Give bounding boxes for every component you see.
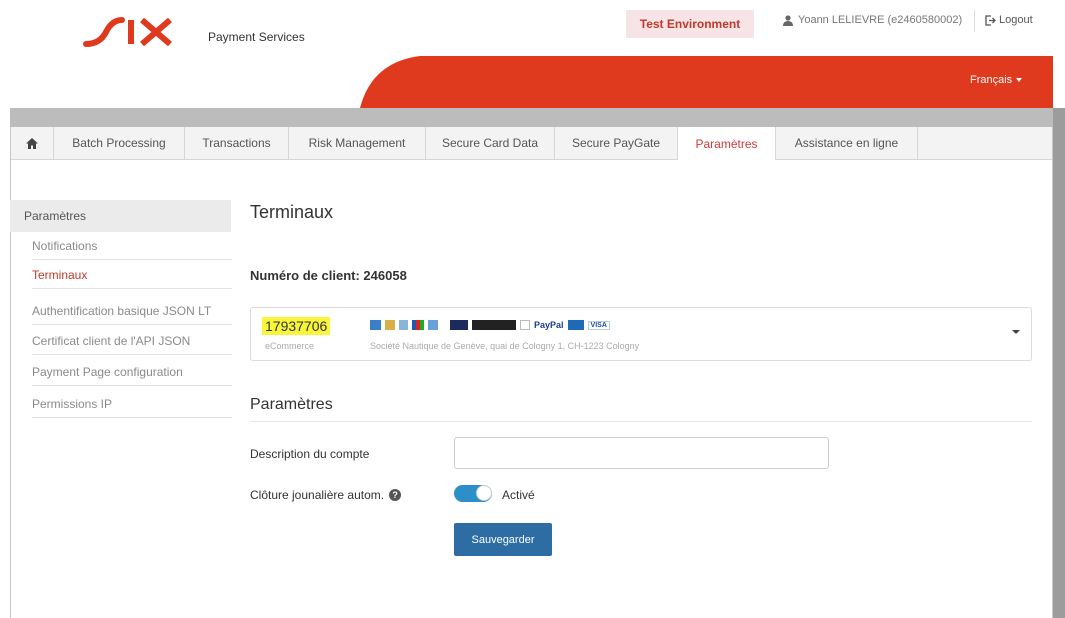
client-number: Numéro de client: 246058 bbox=[250, 268, 407, 283]
card-icon bbox=[399, 320, 408, 330]
tab-transactions[interactable]: Transactions bbox=[185, 127, 289, 159]
frame-border bbox=[1052, 127, 1053, 618]
sidebar-item-payment-page-configuration[interactable]: Payment Page configuration bbox=[32, 359, 232, 386]
header-gray-band bbox=[10, 108, 1053, 127]
side-shadow bbox=[1053, 108, 1065, 618]
card-icon bbox=[385, 320, 395, 330]
terminal-type: eCommerce bbox=[265, 341, 315, 351]
sidebar-item-permissions-ip[interactable]: Permissions IP bbox=[32, 391, 232, 418]
language-label: Français bbox=[970, 74, 1013, 86]
toggle-state-label: Activé bbox=[502, 488, 535, 502]
header-subtitle: Payment Services bbox=[208, 30, 305, 44]
sidebar-heading[interactable]: Paramètres bbox=[10, 200, 231, 232]
auto-close-row: Clôture jounalière autom. ? bbox=[250, 488, 402, 502]
user-info[interactable]: Yoann LELIEVRE (e2460580002) bbox=[783, 14, 962, 26]
card-icon bbox=[567, 320, 584, 330]
tab-parametres[interactable]: Paramètres bbox=[678, 127, 776, 160]
auto-close-label: Clôture jounalière autom. bbox=[250, 488, 385, 502]
six-logo bbox=[83, 17, 172, 47]
terminal-address: Société Nautique de Genève, quai de Colo… bbox=[370, 341, 640, 351]
environment-badge: Test Environment bbox=[626, 10, 754, 38]
logout-icon bbox=[985, 14, 996, 26]
section-divider bbox=[250, 421, 1032, 422]
card-icon bbox=[442, 320, 446, 330]
card-icon bbox=[428, 320, 438, 330]
sidebar-item-terminaux[interactable]: Terminaux bbox=[32, 262, 232, 289]
mastercard-icon bbox=[450, 320, 468, 330]
visa-icon: VISA bbox=[587, 320, 610, 330]
section-title: Paramètres bbox=[250, 396, 333, 413]
tab-assistance-en-ligne[interactable]: Assistance en ligne bbox=[776, 127, 918, 159]
page-title: Terminaux bbox=[250, 202, 334, 222]
tab-secure-paygate[interactable]: Secure PayGate bbox=[555, 127, 678, 159]
card-icon bbox=[520, 320, 530, 330]
client-number-value: 246058 bbox=[363, 268, 407, 283]
jcb-icon bbox=[412, 320, 424, 330]
sidebar-item-json-basic-auth[interactable]: Authentification basique JSON LT bbox=[32, 298, 232, 325]
description-field[interactable] bbox=[454, 437, 829, 469]
user-icon bbox=[783, 14, 793, 26]
toggle-knob bbox=[476, 485, 492, 501]
terminal-id: 17937706 bbox=[262, 317, 331, 335]
mastercard-wide-icon bbox=[472, 320, 516, 330]
description-label: Description du compte bbox=[250, 447, 370, 461]
tab-home[interactable] bbox=[11, 127, 54, 159]
header-banner bbox=[360, 56, 1053, 108]
sidebar-item-json-client-certificate[interactable]: Certificat client de l'API JSON bbox=[32, 328, 232, 355]
save-button[interactable]: Sauvegarder bbox=[454, 523, 552, 556]
card-icon bbox=[370, 320, 381, 330]
terminal-select[interactable] bbox=[250, 307, 1032, 361]
home-icon bbox=[26, 137, 38, 149]
paypal-icon: PayPal bbox=[534, 320, 564, 330]
main-nav: Batch Processing Transactions Risk Manag… bbox=[11, 127, 1052, 160]
tab-risk-management[interactable]: Risk Management bbox=[289, 127, 426, 159]
info-icon[interactable]: ? bbox=[389, 489, 402, 501]
user-name: Yoann LELIEVRE (e2460580002) bbox=[798, 14, 963, 26]
card-brand-icons: PayPal VISA bbox=[370, 319, 610, 331]
logout-label: Logout bbox=[999, 14, 1033, 26]
tab-batch-processing[interactable]: Batch Processing bbox=[54, 127, 185, 159]
sidebar-item-notifications[interactable]: Notifications bbox=[32, 233, 232, 260]
tab-secure-card-data[interactable]: Secure Card Data bbox=[426, 127, 555, 159]
caret-down-icon[interactable] bbox=[1012, 330, 1020, 334]
language-dropdown[interactable]: Français bbox=[970, 74, 1023, 86]
client-number-label: Numéro de client: bbox=[250, 268, 360, 283]
chevron-down-icon bbox=[1016, 78, 1023, 82]
logout-link[interactable]: Logout bbox=[985, 14, 1033, 26]
header-divider bbox=[974, 10, 975, 32]
